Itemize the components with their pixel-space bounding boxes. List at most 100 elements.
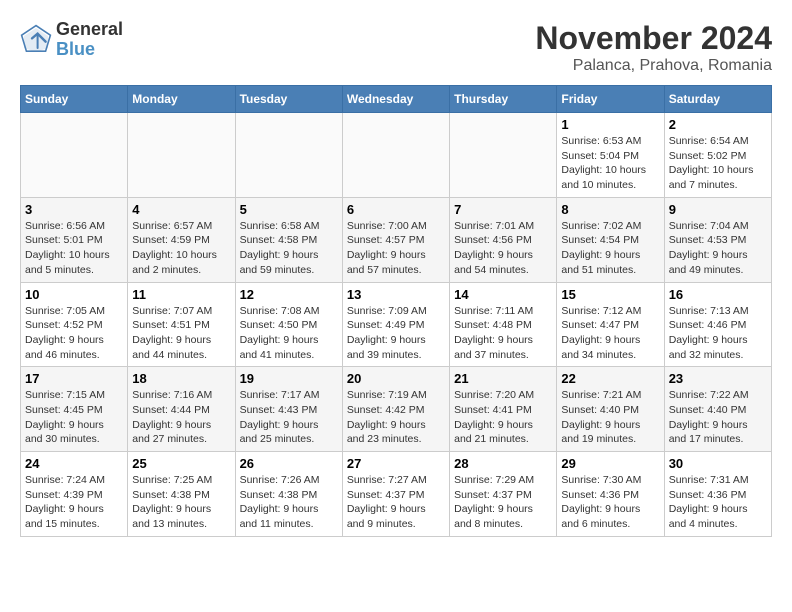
- calendar-cell: 20 Sunrise: 7:19 AM Sunset: 4:42 PM Dayli…: [342, 367, 449, 452]
- calendar-cell: 21Sunrise: 7:20 AM Sunset: 4:41 PM Dayli…: [450, 367, 557, 452]
- calendar-cell: 10 Sunrise: 7:05 AM Sunset: 4:52 PM Dayli…: [21, 282, 128, 367]
- day-info: Sunrise: 7:12 AM Sunset: 4:47 PM Dayligh…: [561, 304, 659, 363]
- calendar-cell: 22 Sunrise: 7:21 AM Sunset: 4:40 PM Dayli…: [557, 367, 664, 452]
- day-info: Sunrise: 7:05 AM Sunset: 4:52 PM Dayligh…: [25, 304, 123, 363]
- calendar-week-row: 3 Sunrise: 6:56 AM Sunset: 5:01 PM Daylig…: [21, 197, 772, 282]
- day-number: 11: [132, 287, 230, 302]
- day-number: 29: [561, 456, 659, 471]
- day-number: 28: [454, 456, 552, 471]
- calendar-cell: 16Sunrise: 7:13 AM Sunset: 4:46 PM Dayli…: [664, 282, 771, 367]
- day-number: 5: [240, 202, 338, 217]
- calendar-header-row: SundayMondayTuesdayWednesdayThursdayFrid…: [21, 86, 772, 113]
- calendar-table: SundayMondayTuesdayWednesdayThursdayFrid…: [20, 85, 772, 537]
- logo-text: General Blue: [56, 20, 123, 60]
- day-number: 15: [561, 287, 659, 302]
- title-area: November 2024 Palanca, Prahova, Romania: [535, 20, 772, 75]
- day-number: 7: [454, 202, 552, 217]
- day-number: 1: [561, 117, 659, 132]
- calendar-week-row: 1 Sunrise: 6:53 AM Sunset: 5:04 PM Daylig…: [21, 113, 772, 198]
- calendar-cell: 23 Sunrise: 7:22 AM Sunset: 4:40 PM Dayli…: [664, 367, 771, 452]
- day-info: Sunrise: 6:56 AM Sunset: 5:01 PM Dayligh…: [25, 219, 123, 278]
- day-info: Sunrise: 6:57 AM Sunset: 4:59 PM Dayligh…: [132, 219, 230, 278]
- calendar-cell: 28 Sunrise: 7:29 AM Sunset: 4:37 PM Dayli…: [450, 452, 557, 537]
- calendar-cell: 30Sunrise: 7:31 AM Sunset: 4:36 PM Dayli…: [664, 452, 771, 537]
- day-info: Sunrise: 7:29 AM Sunset: 4:37 PM Dayligh…: [454, 473, 552, 532]
- calendar-cell: 5 Sunrise: 6:58 AM Sunset: 4:58 PM Daylig…: [235, 197, 342, 282]
- day-number: 26: [240, 456, 338, 471]
- day-number: 6: [347, 202, 445, 217]
- day-info: Sunrise: 6:58 AM Sunset: 4:58 PM Dayligh…: [240, 219, 338, 278]
- calendar-cell: 24 Sunrise: 7:24 AM Sunset: 4:39 PM Dayli…: [21, 452, 128, 537]
- calendar-cell: 6 Sunrise: 7:00 AM Sunset: 4:57 PM Daylig…: [342, 197, 449, 282]
- calendar-cell: 12Sunrise: 7:08 AM Sunset: 4:50 PM Dayli…: [235, 282, 342, 367]
- day-of-week-header: Tuesday: [235, 86, 342, 113]
- calendar-cell: 18Sunrise: 7:16 AM Sunset: 4:44 PM Dayli…: [128, 367, 235, 452]
- day-info: Sunrise: 7:00 AM Sunset: 4:57 PM Dayligh…: [347, 219, 445, 278]
- calendar-cell: 3 Sunrise: 6:56 AM Sunset: 5:01 PM Daylig…: [21, 197, 128, 282]
- calendar-week-row: 10 Sunrise: 7:05 AM Sunset: 4:52 PM Dayli…: [21, 282, 772, 367]
- day-number: 17: [25, 371, 123, 386]
- calendar-cell: [342, 113, 449, 198]
- day-number: 9: [669, 202, 767, 217]
- day-info: Sunrise: 7:21 AM Sunset: 4:40 PM Dayligh…: [561, 388, 659, 447]
- day-of-week-header: Friday: [557, 86, 664, 113]
- day-info: Sunrise: 7:16 AM Sunset: 4:44 PM Dayligh…: [132, 388, 230, 447]
- day-info: Sunrise: 7:24 AM Sunset: 4:39 PM Dayligh…: [25, 473, 123, 532]
- day-number: 23: [669, 371, 767, 386]
- location-title: Palanca, Prahova, Romania: [535, 57, 772, 75]
- day-number: 14: [454, 287, 552, 302]
- calendar-cell: 29Sunrise: 7:30 AM Sunset: 4:36 PM Dayli…: [557, 452, 664, 537]
- calendar-cell: 9 Sunrise: 7:04 AM Sunset: 4:53 PM Daylig…: [664, 197, 771, 282]
- month-title: November 2024: [535, 20, 772, 57]
- calendar-cell: 27Sunrise: 7:27 AM Sunset: 4:37 PM Dayli…: [342, 452, 449, 537]
- day-info: Sunrise: 6:53 AM Sunset: 5:04 PM Dayligh…: [561, 134, 659, 193]
- day-info: Sunrise: 7:19 AM Sunset: 4:42 PM Dayligh…: [347, 388, 445, 447]
- calendar-cell: 17Sunrise: 7:15 AM Sunset: 4:45 PM Dayli…: [21, 367, 128, 452]
- day-info: Sunrise: 7:25 AM Sunset: 4:38 PM Dayligh…: [132, 473, 230, 532]
- day-info: Sunrise: 7:09 AM Sunset: 4:49 PM Dayligh…: [347, 304, 445, 363]
- logo-icon: [20, 24, 52, 56]
- day-info: Sunrise: 7:22 AM Sunset: 4:40 PM Dayligh…: [669, 388, 767, 447]
- day-of-week-header: Saturday: [664, 86, 771, 113]
- calendar-cell: [235, 113, 342, 198]
- day-number: 2: [669, 117, 767, 132]
- calendar-cell: 4 Sunrise: 6:57 AM Sunset: 4:59 PM Daylig…: [128, 197, 235, 282]
- calendar-cell: 14Sunrise: 7:11 AM Sunset: 4:48 PM Dayli…: [450, 282, 557, 367]
- day-number: 21: [454, 371, 552, 386]
- day-info: Sunrise: 7:17 AM Sunset: 4:43 PM Dayligh…: [240, 388, 338, 447]
- day-number: 30: [669, 456, 767, 471]
- day-number: 22: [561, 371, 659, 386]
- day-number: 25: [132, 456, 230, 471]
- day-of-week-header: Monday: [128, 86, 235, 113]
- day-number: 8: [561, 202, 659, 217]
- calendar-week-row: 24 Sunrise: 7:24 AM Sunset: 4:39 PM Dayli…: [21, 452, 772, 537]
- calendar-cell: 8Sunrise: 7:02 AM Sunset: 4:54 PM Daylig…: [557, 197, 664, 282]
- day-of-week-header: Sunday: [21, 86, 128, 113]
- day-info: Sunrise: 7:04 AM Sunset: 4:53 PM Dayligh…: [669, 219, 767, 278]
- calendar-cell: 26Sunrise: 7:26 AM Sunset: 4:38 PM Dayli…: [235, 452, 342, 537]
- day-number: 4: [132, 202, 230, 217]
- day-number: 3: [25, 202, 123, 217]
- day-number: 10: [25, 287, 123, 302]
- calendar-cell: [450, 113, 557, 198]
- header: General Blue November 2024 Palanca, Prah…: [20, 20, 772, 75]
- calendar-cell: 25 Sunrise: 7:25 AM Sunset: 4:38 PM Dayli…: [128, 452, 235, 537]
- day-number: 20: [347, 371, 445, 386]
- calendar-cell: 11 Sunrise: 7:07 AM Sunset: 4:51 PM Dayli…: [128, 282, 235, 367]
- day-of-week-header: Thursday: [450, 86, 557, 113]
- calendar-cell: 13 Sunrise: 7:09 AM Sunset: 4:49 PM Dayli…: [342, 282, 449, 367]
- day-info: Sunrise: 7:07 AM Sunset: 4:51 PM Dayligh…: [132, 304, 230, 363]
- calendar-cell: 15 Sunrise: 7:12 AM Sunset: 4:47 PM Dayli…: [557, 282, 664, 367]
- day-number: 24: [25, 456, 123, 471]
- day-of-week-header: Wednesday: [342, 86, 449, 113]
- calendar-cell: 1 Sunrise: 6:53 AM Sunset: 5:04 PM Daylig…: [557, 113, 664, 198]
- day-info: Sunrise: 7:01 AM Sunset: 4:56 PM Dayligh…: [454, 219, 552, 278]
- day-number: 13: [347, 287, 445, 302]
- logo: General Blue: [20, 20, 123, 60]
- day-info: Sunrise: 7:13 AM Sunset: 4:46 PM Dayligh…: [669, 304, 767, 363]
- calendar-cell: 7 Sunrise: 7:01 AM Sunset: 4:56 PM Daylig…: [450, 197, 557, 282]
- day-info: Sunrise: 7:08 AM Sunset: 4:50 PM Dayligh…: [240, 304, 338, 363]
- day-info: Sunrise: 6:54 AM Sunset: 5:02 PM Dayligh…: [669, 134, 767, 193]
- calendar-week-row: 17Sunrise: 7:15 AM Sunset: 4:45 PM Dayli…: [21, 367, 772, 452]
- day-number: 19: [240, 371, 338, 386]
